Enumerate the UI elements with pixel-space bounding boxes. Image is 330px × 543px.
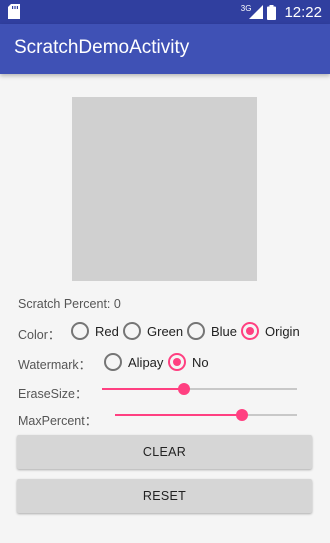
sd-card-icon: [8, 4, 20, 19]
radio-circle: [71, 322, 89, 340]
max-percent-slider[interactable]: [115, 407, 297, 423]
clear-button[interactable]: CLEAR: [17, 435, 312, 469]
radio-watermark-no[interactable]: No: [168, 351, 209, 373]
radio-label: Red: [95, 323, 119, 339]
radio-label: Alipay: [128, 354, 164, 370]
watermark-label: Watermark：: [18, 358, 92, 372]
network-type-label: 3G: [240, 3, 252, 13]
radio-circle: [123, 322, 141, 340]
radio-color-origin[interactable]: Origin: [241, 320, 300, 342]
radio-label: Blue: [211, 323, 238, 339]
scratch-area[interactable]: [72, 97, 257, 281]
slider-fill: [115, 414, 243, 416]
color-label: Color：: [18, 328, 61, 342]
scratch-percent-text: Scratch Percent: 0: [18, 297, 121, 311]
slider-thumb[interactable]: [177, 383, 190, 395]
app-bar: ScratchDemoActivity: [0, 24, 330, 74]
slider-fill: [102, 388, 184, 390]
max-percent-label: MaxPercent：: [18, 414, 98, 428]
radio-label: Origin: [265, 323, 300, 339]
radio-label: Green: [147, 323, 184, 339]
radio-color-blue[interactable]: Blue: [187, 320, 237, 342]
radio-circle: [241, 322, 259, 340]
radio-circle: [168, 353, 186, 371]
slider-thumb[interactable]: [236, 409, 249, 421]
app-title: ScratchDemoActivity: [14, 37, 190, 58]
signal-icon: [249, 5, 264, 19]
clock-time: 12:22: [284, 3, 322, 21]
battery-icon: [267, 4, 277, 20]
status-bar: 3G 12:22: [0, 0, 330, 24]
radio-label: No: [192, 354, 209, 370]
radio-color-red[interactable]: Red: [71, 320, 119, 342]
erase-size-label: EraseSize：: [18, 387, 88, 401]
reset-button[interactable]: RESET: [17, 479, 312, 513]
radio-watermark-alipay[interactable]: Alipay: [104, 351, 163, 373]
erase-size-slider[interactable]: [102, 381, 297, 397]
radio-color-green[interactable]: Green: [123, 320, 183, 342]
radio-circle: [187, 322, 205, 340]
radio-circle: [104, 353, 122, 371]
